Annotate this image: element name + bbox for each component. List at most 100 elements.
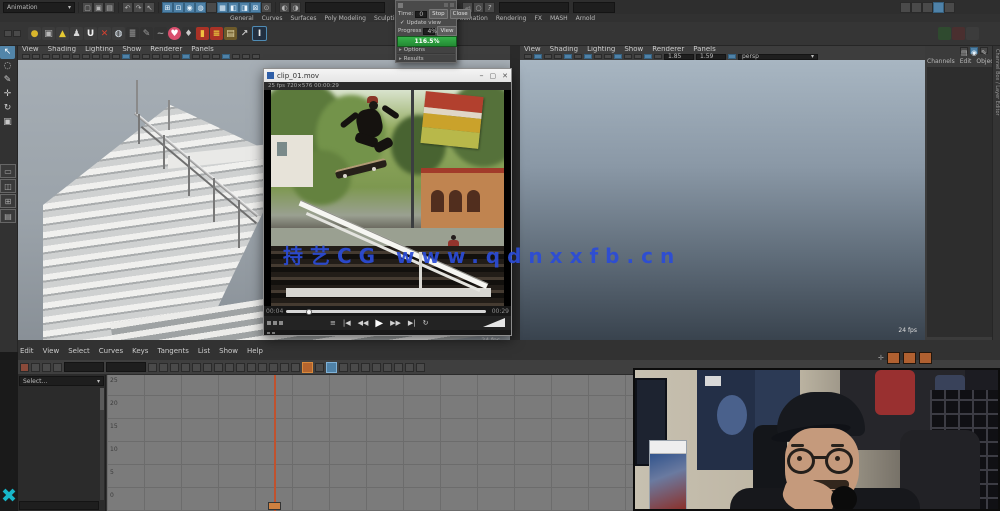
snap-curve-icon[interactable]: ⊡ <box>173 2 184 13</box>
shelf-clip-red-2-button[interactable]: ≡ <box>210 27 223 40</box>
playlist-button[interactable]: ≡ <box>330 319 336 327</box>
ge-icon[interactable] <box>394 363 403 372</box>
shelf-list-button[interactable]: ≣ <box>126 27 139 40</box>
shelf-scroll-down-icon[interactable] <box>13 30 21 37</box>
shelf-heart-button[interactable]: ♥ <box>168 27 181 40</box>
symmetry-icon[interactable]: ◧ <box>228 2 239 13</box>
vp-icon[interactable] <box>82 54 90 59</box>
channel-box-list[interactable] <box>927 67 992 337</box>
playhead-marker[interactable] <box>268 502 281 510</box>
isolate-icon[interactable]: ⊠ <box>250 2 261 13</box>
shelf-clip-red-1-button[interactable]: ▮ <box>196 27 209 40</box>
vp-icon[interactable] <box>624 54 632 59</box>
playhead-line[interactable] <box>274 375 276 511</box>
stop-button[interactable]: Stop <box>429 9 448 19</box>
scale-tool[interactable]: ▣ <box>0 115 15 129</box>
vp-icon[interactable] <box>634 54 642 59</box>
vp-icon-active[interactable] <box>728 54 736 59</box>
player-mini-icon[interactable] <box>279 321 283 325</box>
ge-icon[interactable] <box>315 363 324 372</box>
timeline-cross-icon[interactable]: ✛ <box>878 354 884 362</box>
vp-icon[interactable] <box>112 54 120 59</box>
prev-button[interactable]: |◀ <box>343 319 351 327</box>
viewport-menu-lighting[interactable]: Lighting <box>85 45 113 53</box>
player-titlebar[interactable]: clip_01.mov – ▢ ✕ <box>264 69 511 82</box>
vp-icon[interactable] <box>92 54 100 59</box>
shelf-letter-x-button[interactable]: ✕ <box>98 27 111 40</box>
outliner-filter-field[interactable]: Select... ▾ <box>19 376 104 386</box>
vp-icon-active[interactable] <box>222 54 230 59</box>
vp-icon[interactable] <box>654 54 662 59</box>
next-button[interactable]: ▶| <box>408 319 416 327</box>
shelf-extra-red-button[interactable] <box>952 27 965 40</box>
outliner-toggle-icon[interactable] <box>911 2 922 13</box>
cursor-mode-icon[interactable]: ↖ <box>144 2 155 13</box>
bell-icon[interactable]: ○ <box>473 2 484 13</box>
gate-ratio-field-1[interactable]: 1.85 <box>664 54 694 60</box>
move-tool[interactable]: ✛ <box>0 87 15 101</box>
history-icon[interactable] <box>206 2 217 13</box>
rewind-button[interactable]: ◀◀ <box>358 319 369 327</box>
ge-icon[interactable] <box>361 363 370 372</box>
ipr-render-icon[interactable]: ◑ <box>290 2 301 13</box>
viewport-menu-view[interactable]: View <box>524 45 541 53</box>
vp-icon[interactable] <box>102 54 110 59</box>
shelf-pose-button[interactable]: ↗ <box>238 27 251 40</box>
sphere-icon[interactable]: ◉ <box>970 47 978 54</box>
shelf-plane-button[interactable]: ▣ <box>42 27 55 40</box>
render-icon[interactable]: ◐ <box>279 2 290 13</box>
shelf-tab[interactable]: Arnold <box>576 15 595 22</box>
ge-icon[interactable] <box>225 363 234 372</box>
workspace-icon[interactable] <box>900 2 911 13</box>
stat-field-time[interactable] <box>64 362 104 372</box>
modeling-toolkit-icon[interactable] <box>933 2 944 13</box>
select-tool[interactable]: ↖ <box>0 45 15 59</box>
channel-box-toggle-icon[interactable] <box>944 2 955 13</box>
vp-icon-active[interactable] <box>564 54 572 59</box>
notebook-icon[interactable]: ▤ <box>960 47 968 54</box>
layout-single-pane-button[interactable]: ▭ <box>0 164 16 178</box>
ge-icon[interactable] <box>247 363 256 372</box>
vp-icon[interactable] <box>52 54 60 59</box>
ge-icon[interactable] <box>339 363 348 372</box>
layout-outliner-button[interactable]: ▤ <box>0 209 16 223</box>
outliner-bottom-field[interactable] <box>19 501 99 510</box>
graph-menu-show[interactable]: Show <box>219 347 238 355</box>
ge-icon[interactable] <box>372 363 381 372</box>
ge-icon[interactable] <box>258 363 267 372</box>
ge-icon[interactable] <box>350 363 359 372</box>
shelf-tab[interactable]: Surfaces <box>290 15 316 22</box>
options-section[interactable]: Options <box>404 47 425 53</box>
snap-point-icon[interactable]: ◉ <box>184 2 195 13</box>
vp-icon[interactable] <box>62 54 70 59</box>
snap-plane-icon[interactable]: ◍ <box>195 2 206 13</box>
ge-icon[interactable] <box>416 363 425 372</box>
shelf-pencil-button[interactable]: ✎ <box>140 27 153 40</box>
maximize-button[interactable]: ▢ <box>490 72 497 80</box>
layout-two-pane-button[interactable]: ◫ <box>0 179 16 193</box>
shelf-tab[interactable]: Curves <box>262 15 283 22</box>
play-button[interactable]: ▶ <box>375 318 383 329</box>
character-set-field[interactable] <box>305 2 385 13</box>
seek-bar[interactable] <box>286 310 486 313</box>
save-scene-icon[interactable]: ▤ <box>104 2 115 13</box>
vp-icon-active[interactable] <box>644 54 652 59</box>
help-icon[interactable]: ? <box>484 2 495 13</box>
dialog-close-icon[interactable] <box>450 3 454 7</box>
snap-grid-icon[interactable]: ⊞ <box>162 2 173 13</box>
vp-icon[interactable] <box>42 54 50 59</box>
player-mini-icon[interactable] <box>273 321 277 325</box>
playback-option-button[interactable] <box>887 352 900 364</box>
vp-icon[interactable] <box>142 54 150 59</box>
shelf-extra-gray-button[interactable] <box>966 27 979 40</box>
vp-icon[interactable] <box>232 54 240 59</box>
vp-icon[interactable] <box>544 54 552 59</box>
viewport-menu-view[interactable]: View <box>22 45 39 53</box>
ge-icon[interactable] <box>291 363 300 372</box>
close-button[interactable]: Close <box>450 9 471 19</box>
shelf-tab[interactable]: Rendering <box>496 15 527 22</box>
ge-icon[interactable] <box>383 363 392 372</box>
vp-icon[interactable] <box>192 54 200 59</box>
dialog-pin-icon[interactable] <box>444 3 448 7</box>
minimize-button[interactable]: – <box>480 71 484 80</box>
